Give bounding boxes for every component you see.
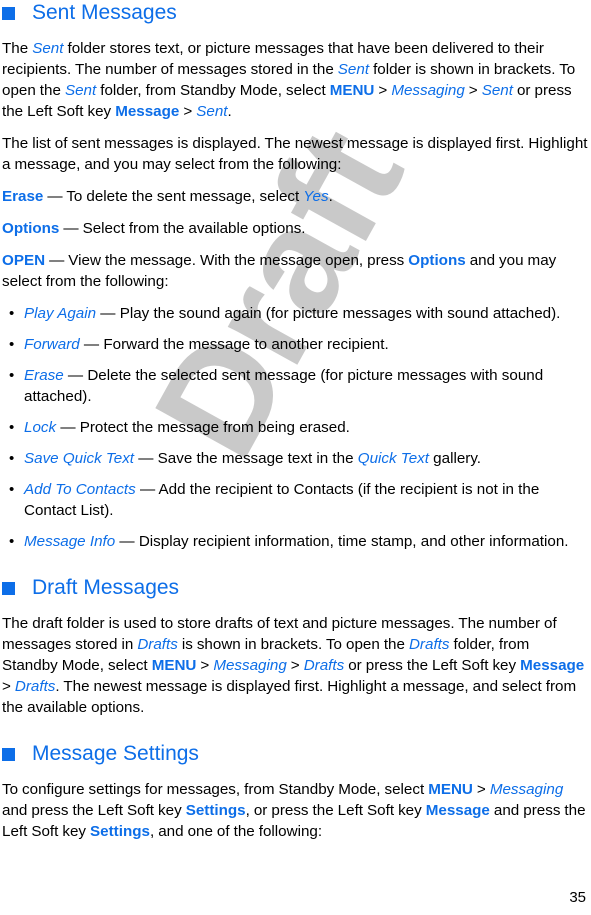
ref-message-softkey: Message: [115, 103, 180, 120]
bullet-text: Save the message text in the: [157, 450, 358, 467]
definition-text: View the message. With the message open,…: [68, 252, 409, 269]
ref-message-softkey: Message: [425, 802, 490, 819]
list-item: Play Again — Play the sound again (for p…: [2, 303, 588, 324]
definition-text: To delete the sent message, select: [66, 188, 304, 205]
em-dash: —: [43, 188, 67, 205]
paragraph-draft-messages: The draft folder is used to store drafts…: [2, 613, 588, 718]
text-fragment: . The newest message is displayed first.…: [2, 678, 577, 716]
list-item: Forward — Forward the message to another…: [2, 334, 588, 355]
ref-sent-folder: Sent: [196, 103, 228, 120]
text-fragment: , or press the Left Soft key: [245, 802, 426, 819]
text-separator: >: [464, 82, 482, 99]
heading-message-settings: Message Settings: [2, 741, 588, 767]
text-fragment: folder, from Standby Mode, select: [96, 82, 330, 99]
text-separator: >: [179, 103, 197, 120]
list-open-message-options: Play Again — Play the sound again (for p…: [2, 303, 588, 552]
bullet-text: gallery.: [428, 450, 482, 467]
em-dash: —: [135, 481, 159, 498]
ref-menu-key: MENU: [329, 82, 375, 99]
bullet-term: Message Info: [24, 533, 116, 550]
bullet-text: Forward the message to another recipient…: [103, 336, 389, 353]
ref-sent-folder: Sent: [481, 82, 513, 99]
ref-settings-softkey: Settings: [185, 802, 246, 819]
em-dash: —: [59, 220, 83, 237]
bullet-text: Protect the message from being erased.: [79, 419, 350, 436]
bullet-term: Forward: [24, 336, 80, 353]
heading-draft-messages: Draft Messages: [2, 575, 588, 601]
section-marker-square-icon: [2, 581, 15, 595]
definition-erase: Erase — To delete the sent message, sele…: [2, 186, 588, 207]
ref-yes-option: Yes: [303, 188, 329, 205]
em-dash: —: [79, 336, 104, 353]
ref-menu-key: MENU: [428, 781, 473, 798]
bullet-term: Save Quick Text: [24, 450, 135, 467]
em-dash: —: [45, 252, 69, 269]
text-fragment: or press the Left Soft key: [344, 657, 521, 674]
ref-drafts-folder: Drafts: [14, 678, 56, 695]
ref-quick-text-gallery: Quick Text: [357, 450, 429, 467]
ref-sent-folder: Sent: [337, 61, 370, 78]
text-fragment: The: [2, 40, 33, 57]
definition-term: Erase: [2, 188, 44, 205]
ref-options-key: Options: [408, 252, 466, 269]
list-item: Add To Contacts — Add the recipient to C…: [2, 479, 588, 521]
definition-term: Options: [2, 220, 60, 237]
heading-draft-messages-label: Draft Messages: [32, 576, 180, 599]
text-fragment: To configure settings for messages, from…: [2, 781, 429, 798]
list-item: Lock — Protect the message from being er…: [2, 417, 588, 438]
list-item: Message Info — Display recipient informa…: [2, 531, 588, 552]
definition-options: Options — Select from the available opti…: [2, 218, 588, 239]
bullet-term: Erase: [24, 367, 64, 384]
bullet-term: Play Again: [24, 305, 97, 322]
definition-text: .: [328, 188, 333, 205]
manual-page-content: Sent Messages The Sent folder stores tex…: [0, 0, 591, 842]
ref-message-softkey: Message: [520, 657, 585, 674]
ref-sent-folder: Sent: [64, 82, 97, 99]
paragraph-sent-intro: The Sent folder stores text, or picture …: [2, 38, 588, 122]
bullet-term: Lock: [24, 419, 57, 436]
section-marker-square-icon: [2, 747, 15, 761]
paragraph-sent-list-info: The list of sent messages is displayed. …: [2, 135, 588, 173]
ref-menu-key: MENU: [151, 657, 197, 674]
text-fragment: .: [227, 103, 232, 120]
bullet-term: Add To Contacts: [24, 481, 136, 498]
heading-sent-messages-label: Sent Messages: [32, 1, 177, 24]
ref-messaging-menu: Messaging: [489, 781, 564, 798]
list-item: Erase — Delete the selected sent message…: [2, 365, 588, 407]
heading-sent-messages: Sent Messages: [2, 0, 588, 26]
list-item: Save Quick Text — Save the message text …: [2, 448, 588, 469]
bullet-text: Delete the selected sent message (for pi…: [24, 367, 544, 405]
ref-messaging-menu: Messaging: [391, 82, 465, 99]
bullet-text: Play the sound again (for picture messag…: [119, 305, 561, 322]
em-dash: —: [115, 533, 139, 550]
paragraph-message-settings: To configure settings for messages, from…: [2, 779, 588, 842]
ref-settings-softkey: Settings: [90, 823, 150, 840]
text-fragment: and press the Left Soft key: [2, 802, 186, 819]
em-dash: —: [63, 367, 88, 384]
heading-message-settings-label: Message Settings: [32, 742, 199, 765]
ref-messaging-menu: Messaging: [213, 657, 287, 674]
text-separator: >: [2, 678, 15, 695]
text-separator: >: [472, 781, 490, 798]
page-number: 35: [569, 889, 586, 906]
text-fragment: , and one of the following:: [149, 823, 323, 840]
section-marker-square-icon: [2, 6, 15, 20]
definition-term: OPEN: [2, 252, 46, 269]
em-dash: —: [96, 305, 120, 322]
text-separator: >: [374, 82, 392, 99]
em-dash: —: [134, 450, 158, 467]
em-dash: —: [56, 419, 80, 436]
ref-drafts-folder: Drafts: [303, 657, 345, 674]
text-separator: >: [286, 657, 304, 674]
ref-sent-folder: Sent: [32, 40, 64, 57]
text-separator: >: [196, 657, 214, 674]
text-fragment: is shown in brackets. To open the: [177, 636, 409, 653]
definition-open: OPEN — View the message. With the messag…: [2, 250, 588, 292]
ref-drafts-folder: Drafts: [137, 636, 178, 653]
bullet-text: Display recipient information, time stam…: [138, 533, 569, 550]
definition-text: Select from the available options.: [82, 220, 306, 237]
ref-drafts-folder: Drafts: [408, 636, 450, 653]
